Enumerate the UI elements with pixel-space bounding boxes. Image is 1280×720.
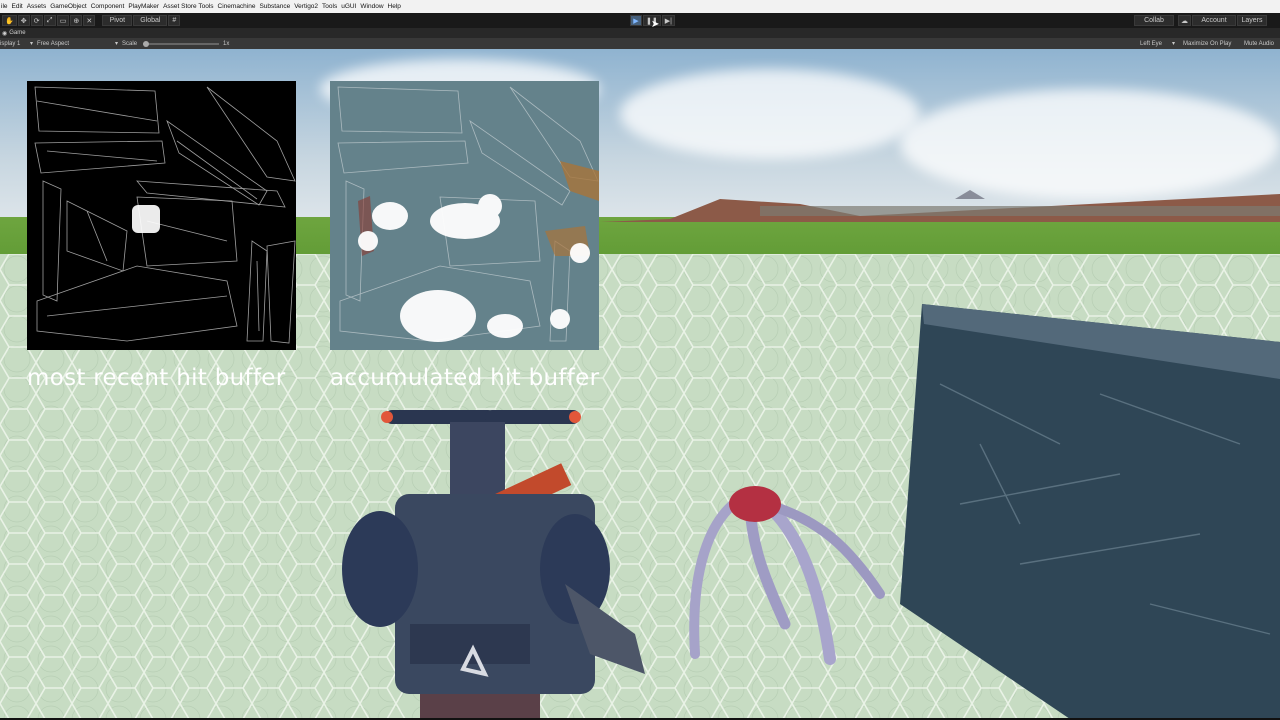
layers-dropdown[interactable]: Layers bbox=[1237, 15, 1267, 26]
aspect-dropdown[interactable]: Free Aspect bbox=[37, 41, 115, 47]
tab-game[interactable]: Game bbox=[9, 30, 25, 36]
mute-audio-toggle[interactable]: Mute Audio bbox=[1244, 41, 1274, 47]
chevron-down-icon: ▾ bbox=[115, 41, 119, 47]
eye-dropdown[interactable]: Left Eye bbox=[1140, 41, 1162, 47]
maximize-on-play-toggle[interactable]: Maximize On Play bbox=[1183, 41, 1231, 47]
move-tool-icon[interactable]: ✥ bbox=[17, 15, 30, 26]
menu-ugui[interactable]: uGUI bbox=[341, 3, 356, 10]
global-label: Global bbox=[140, 17, 161, 24]
accumulated-hit-buffer-caption: accumulated hit buffer bbox=[330, 365, 600, 391]
rect-tool-icon[interactable]: ▭ bbox=[56, 15, 70, 26]
rotate-tool-icon[interactable]: ⟳ bbox=[30, 15, 43, 26]
chevron-down-icon: ▾ bbox=[30, 41, 34, 47]
menu-gameobject[interactable]: GameObject bbox=[50, 3, 87, 10]
scale-label: Scale bbox=[122, 40, 138, 47]
play-icon: ▶ bbox=[633, 17, 639, 25]
menu-assets[interactable]: Assets bbox=[27, 3, 47, 10]
global-toggle[interactable]: Global bbox=[133, 15, 168, 26]
menu-vertigo2[interactable]: Vertigo2 bbox=[294, 3, 318, 10]
chevron-down-icon: ▾ bbox=[1172, 41, 1176, 47]
cloud bbox=[620, 69, 920, 159]
scale-value: 1x bbox=[223, 40, 230, 47]
account-dropdown[interactable]: Account bbox=[1192, 15, 1236, 26]
custom-tool-icon[interactable]: ✕ bbox=[83, 15, 96, 26]
menu-edit[interactable]: Edit bbox=[12, 3, 23, 10]
menu-tools[interactable]: Tools bbox=[322, 3, 337, 10]
tab-bar: ◉ Game bbox=[0, 28, 1280, 38]
scale-slider-handle[interactable] bbox=[143, 40, 150, 47]
menu-asset-store-tools[interactable]: Asset Store Tools bbox=[163, 3, 213, 10]
transform-tool-icon[interactable]: ⊕ bbox=[70, 15, 83, 26]
menu-component[interactable]: Component bbox=[91, 3, 125, 10]
menu-cinemachine[interactable]: Cinemachine bbox=[218, 3, 256, 10]
collab-dropdown[interactable]: Collab bbox=[1134, 15, 1174, 26]
most-recent-hit-buffer bbox=[27, 81, 296, 350]
collab-label: Collab bbox=[1144, 17, 1164, 24]
scale-tool-icon[interactable]: ⤢ bbox=[43, 15, 56, 26]
menu-bar: ile Edit Assets GameObject Component Pla… bbox=[0, 0, 1280, 13]
pivot-label: Pivot bbox=[109, 17, 126, 24]
cloud-icon[interactable]: ☁ bbox=[1178, 15, 1191, 26]
menu-substance[interactable]: Substance bbox=[259, 3, 290, 10]
grid-snap-icon[interactable]: # bbox=[168, 15, 181, 26]
pivot-toggle[interactable]: Pivot bbox=[102, 15, 133, 26]
game-tab-icon: ◉ bbox=[2, 30, 8, 37]
play-button[interactable]: ▶ bbox=[630, 15, 642, 26]
menu-file[interactable]: ile bbox=[1, 3, 8, 10]
creature bbox=[689, 486, 885, 665]
step-button[interactable]: ▶| bbox=[661, 15, 675, 26]
game-view-bar: isplay 1 ▾ Free Aspect ▾ Scale 1x Left E… bbox=[0, 38, 1280, 49]
account-label: Account bbox=[1201, 17, 1227, 24]
accumulated-hit-buffer bbox=[330, 81, 599, 350]
game-viewport[interactable]: most recent hit buffer accumulated hit b… bbox=[0, 49, 1280, 718]
hand-tool-icon[interactable]: ✋ bbox=[2, 15, 17, 26]
menu-window[interactable]: Window bbox=[360, 3, 383, 10]
distant-hill bbox=[600, 190, 1280, 222]
main-toolbar: ✋ ✥ ⟳ ⤢ ▭ ⊕ ✕ Pivot Global # ▶ ❚❚ ▶| ➤ C… bbox=[0, 13, 1280, 30]
robot-character bbox=[342, 410, 645, 718]
cloud bbox=[900, 89, 1280, 199]
recent-hit-buffer-caption: most recent hit buffer bbox=[27, 365, 286, 391]
layers-label: Layers bbox=[1241, 17, 1263, 24]
display-dropdown[interactable]: isplay 1 bbox=[0, 41, 30, 47]
menu-help[interactable]: Help bbox=[388, 3, 401, 10]
step-icon: ▶| bbox=[664, 17, 672, 25]
stone-block bbox=[900, 304, 1280, 718]
scale-slider[interactable] bbox=[143, 40, 220, 47]
menu-playmaker[interactable]: PlayMaker bbox=[128, 3, 159, 10]
